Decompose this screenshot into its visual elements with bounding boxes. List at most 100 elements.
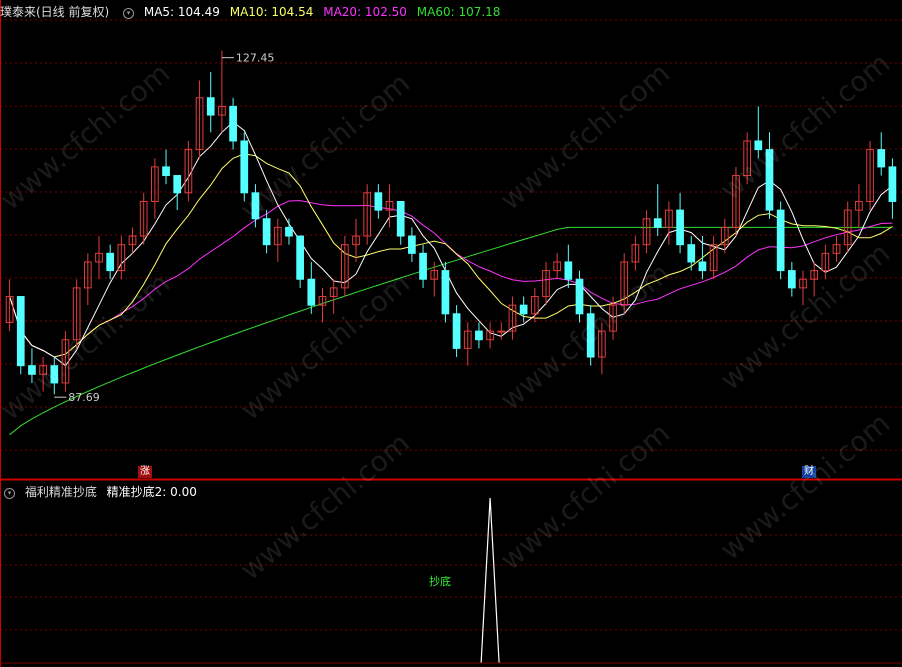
candle[interactable] [709, 236, 718, 280]
candle[interactable] [318, 287, 327, 323]
candle[interactable] [754, 106, 763, 159]
candle-body [888, 166, 897, 202]
candle[interactable] [832, 236, 841, 262]
candle[interactable] [117, 236, 126, 280]
zhang-marker[interactable]: 涨 [138, 466, 152, 478]
candle[interactable] [273, 218, 282, 262]
candle[interactable] [687, 236, 696, 271]
candles-group[interactable] [5, 50, 897, 395]
candle[interactable] [83, 253, 92, 306]
stock-title[interactable]: 璞泰来(日线 前复权) [0, 5, 109, 19]
candle-body [765, 149, 774, 211]
candle[interactable] [810, 261, 819, 297]
candle[interactable] [720, 218, 729, 254]
candle[interactable] [329, 279, 338, 314]
candle-body [251, 192, 260, 220]
candle[interactable] [408, 227, 416, 262]
ma20-path [9, 200, 893, 358]
candle[interactable] [95, 236, 103, 280]
candle[interactable] [519, 296, 528, 323]
candle[interactable] [553, 253, 562, 280]
candle[interactable] [799, 270, 807, 306]
candle[interactable] [363, 184, 372, 245]
ma5-path [9, 121, 893, 367]
candle[interactable] [50, 357, 59, 395]
candle[interactable] [162, 149, 170, 185]
candle-body [497, 330, 506, 333]
candle[interactable] [620, 253, 629, 314]
candle[interactable] [508, 296, 517, 340]
candle[interactable] [16, 296, 25, 375]
candle[interactable] [240, 132, 249, 202]
candle[interactable] [452, 305, 461, 358]
indicator-circle-icon[interactable]: ▾ [4, 488, 15, 499]
candle[interactable] [195, 80, 204, 159]
candle-body [564, 261, 573, 280]
candle[interactable] [61, 331, 70, 392]
candle[interactable] [218, 50, 226, 133]
candle[interactable] [251, 184, 260, 228]
candle[interactable] [106, 244, 115, 280]
candle[interactable] [877, 132, 886, 176]
candle-body [374, 192, 383, 211]
candle[interactable] [352, 218, 360, 262]
candle[interactable] [486, 322, 494, 349]
ma5-label: MA5: 104.49 [143, 5, 220, 19]
candle-body [262, 218, 271, 246]
candle[interactable] [28, 348, 36, 383]
candle[interactable] [866, 140, 874, 211]
annotation-low: 87.69 [68, 391, 100, 404]
candle[interactable] [586, 305, 595, 366]
candle[interactable] [184, 140, 193, 202]
candle-body [441, 270, 450, 315]
candle[interactable] [374, 184, 383, 219]
candle[interactable] [340, 236, 349, 297]
candle[interactable] [776, 201, 785, 280]
candle[interactable] [497, 322, 506, 340]
cai-marker[interactable]: 财 [802, 466, 816, 478]
candle[interactable] [128, 227, 137, 254]
indicator-legend: ▾ 福利精准抄底 精准抄底2: 0.00 [0, 483, 203, 499]
candle[interactable] [642, 210, 651, 254]
candle-body [296, 235, 304, 280]
candle[interactable] [206, 71, 215, 133]
candle[interactable] [72, 279, 81, 349]
candle[interactable] [396, 200, 405, 245]
ma60-line [9, 226, 893, 436]
candle[interactable] [441, 261, 450, 323]
ma10-label: MA10: 104.54 [229, 5, 314, 19]
candle[interactable] [743, 132, 751, 185]
candle[interactable] [855, 184, 863, 228]
candle[interactable] [631, 236, 640, 271]
candle[interactable] [419, 244, 427, 288]
ma10-line [9, 153, 893, 358]
candle[interactable] [598, 322, 606, 375]
ma20-line [9, 200, 893, 358]
candle[interactable] [821, 244, 830, 280]
candle[interactable] [430, 261, 439, 297]
candle[interactable] [665, 201, 673, 245]
candle[interactable] [262, 210, 271, 254]
candle[interactable] [475, 322, 483, 349]
ma60-path [9, 226, 893, 436]
candle[interactable] [676, 192, 684, 254]
candle[interactable] [151, 158, 159, 219]
candle[interactable] [888, 158, 897, 219]
candle[interactable] [296, 235, 304, 288]
candle-body [754, 140, 763, 151]
candle-body [519, 304, 528, 315]
candle[interactable] [285, 218, 293, 245]
candle[interactable] [39, 357, 47, 392]
candle[interactable] [542, 261, 550, 306]
candle-body [676, 209, 684, 246]
candle[interactable] [732, 166, 740, 237]
candle[interactable] [765, 132, 774, 219]
candle[interactable] [463, 322, 472, 366]
candle[interactable] [698, 236, 707, 280]
settings-circle-icon[interactable]: ▾ [123, 8, 135, 19]
ma5-line [9, 121, 893, 367]
candle[interactable] [173, 175, 182, 211]
candle[interactable] [787, 261, 796, 297]
chart-canvas[interactable]: 127.45 87.69 [0, 0, 902, 667]
indicator-name[interactable]: 福利精准抄底 [25, 485, 97, 499]
